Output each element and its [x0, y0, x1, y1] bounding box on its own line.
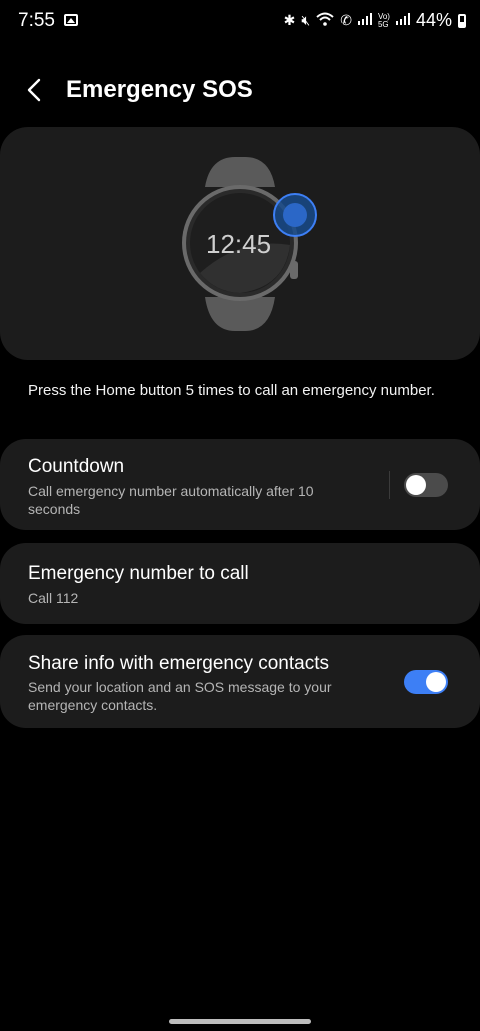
wifi-icon: [316, 12, 334, 29]
chevron-left-icon: [27, 78, 41, 102]
back-button[interactable]: [22, 74, 50, 106]
share-info-title: Share info with emergency contacts: [28, 653, 329, 674]
signal-icon: [357, 13, 372, 28]
toggle-knob: [426, 672, 446, 692]
countdown-title: Countdown: [28, 456, 125, 477]
countdown-setting[interactable]: Countdown Call emergency number automati…: [0, 439, 480, 530]
signal-2-icon: [395, 13, 410, 28]
battery-icon: [458, 13, 466, 28]
emergency-number-setting[interactable]: Emergency number to call Call 112: [0, 543, 480, 624]
countdown-subtitle: Call emergency number automatically afte…: [28, 483, 314, 517]
battery-percent: 44%: [415, 10, 452, 30]
volte-5g-icon: Vo) 5G: [377, 11, 390, 29]
app-header: Emergency SOS: [0, 66, 480, 116]
page-title: Emergency SOS: [66, 76, 253, 103]
sos-description: Press the Home button 5 times to call an…: [28, 382, 435, 399]
countdown-toggle[interactable]: [404, 473, 448, 497]
share-info-toggle[interactable]: [404, 670, 448, 694]
toggle-knob: [406, 475, 426, 495]
wifi-calling-icon: ✆: [340, 12, 352, 28]
status-icons: ✱ 🔇︎ ✆ Vo) 5G 44%: [284, 10, 466, 31]
emergency-number-subtitle: Call 112: [28, 590, 79, 606]
share-info-subtitle: Send your location and an SOS message to…: [28, 679, 332, 713]
emergency-number-title: Emergency number to call: [28, 563, 249, 584]
watch-illustration-card: 12:45: [0, 127, 480, 360]
gallery-notification-icon: [64, 14, 78, 26]
divider: [389, 471, 390, 499]
share-info-setting[interactable]: Share info with emergency contacts Send …: [0, 635, 480, 728]
status-bar: 7:55 ✱ 🔇︎ ✆ Vo) 5G 44%: [0, 0, 480, 44]
bluetooth-icon: ✱: [283, 12, 296, 28]
mute-icon: 🔇︎: [301, 12, 311, 28]
watch-time: 12:45: [206, 229, 272, 259]
home-indicator[interactable]: [169, 1019, 311, 1024]
status-time: 7:55: [18, 10, 55, 31]
